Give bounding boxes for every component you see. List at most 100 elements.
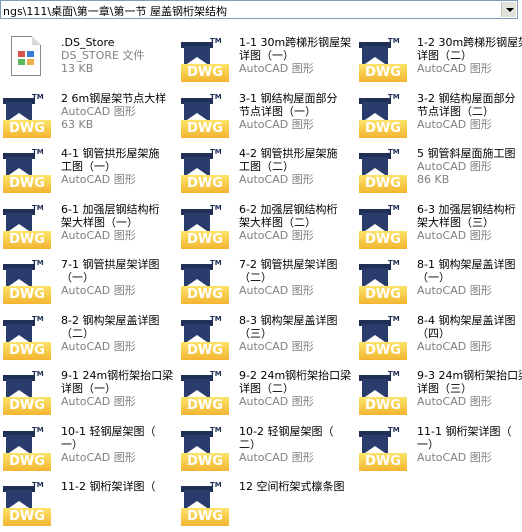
icon-tm: TM bbox=[388, 370, 400, 378]
file-item-line3: AutoCAD 图形 bbox=[239, 340, 314, 353]
dwg-file-icon: TM DWG bbox=[3, 423, 51, 471]
file-item-line3: 86 KB bbox=[417, 173, 450, 186]
file-item-line2: AutoCAD 图形 bbox=[61, 105, 136, 118]
file-item[interactable]: TM DWG 8-1 钢构架屋盖详图 （一） AutoCAD 图形 bbox=[359, 256, 522, 310]
file-item-line3: AutoCAD 图形 bbox=[61, 229, 136, 242]
dwg-file-icon: TM DWG bbox=[359, 90, 407, 138]
file-item[interactable]: TM DWG 5 钢管斜屋面施工图 AutoCAD 图形 86 KB bbox=[359, 145, 522, 199]
file-item-line2: 二） bbox=[239, 438, 261, 451]
dwg-file-icon: TM DWG bbox=[359, 201, 407, 249]
dwg-file-icon: TM DWG bbox=[181, 423, 229, 471]
icon-label: DWG bbox=[181, 175, 229, 193]
file-item-line2: （三） bbox=[239, 327, 272, 340]
dwg-file-icon: TM DWG bbox=[3, 312, 51, 360]
dwg-file-icon: TM DWG bbox=[181, 478, 229, 526]
file-item[interactable]: TM DWG 9-1 24m钢桁架抬口梁 详图（一） AutoCAD 图形 bbox=[3, 367, 203, 421]
file-item[interactable]: TM DWG 4-2 钢管拱形屋架施 工图（二） AutoCAD 图形 bbox=[181, 145, 381, 199]
file-item[interactable]: TM DWG 11-1 钢桁架详图（ 一） AutoCAD 图形 bbox=[359, 423, 522, 477]
icon-label: DWG bbox=[359, 175, 407, 193]
file-item[interactable]: TM DWG 3-1 钢结构屋面部分 节点详图（一） AutoCAD 图形 bbox=[181, 90, 381, 144]
file-item[interactable]: TM DWG 12 空间桁架式檩条图 bbox=[181, 478, 381, 532]
icon-label: DWG bbox=[181, 342, 229, 360]
icon-tm: TM bbox=[388, 148, 400, 156]
icon-label: DWG bbox=[3, 508, 51, 526]
file-item-line2: 节点详图（一） bbox=[239, 105, 316, 118]
file-item-line1: 8-3 钢构架屋盖详图 bbox=[239, 314, 338, 327]
file-item[interactable]: TM DWG 7-1 钢管拱屋架详图 （一） AutoCAD 图形 bbox=[3, 256, 203, 310]
file-item[interactable]: TM DWG 1-1 30m跨梯形钢屋架 详图（一） AutoCAD 图形 bbox=[181, 34, 381, 88]
dwg-file-icon: TM DWG bbox=[181, 90, 229, 138]
file-item-line1: 6-2 加强层钢结构桁 bbox=[239, 203, 338, 216]
file-item-line1: 7-1 钢管拱屋架详图 bbox=[61, 258, 160, 271]
icon-label: DWG bbox=[3, 342, 51, 360]
file-item-line1: 9-1 24m钢桁架抬口梁 bbox=[61, 369, 174, 382]
icon-tm: TM bbox=[32, 93, 44, 101]
file-item[interactable]: TM DWG 8-4 钢构架屋盖详图 （四） AutoCAD 图形 bbox=[359, 312, 522, 366]
file-item-line2: （二） bbox=[239, 271, 272, 284]
file-item[interactable]: TM DWG 7-2 钢管拱屋架详图 （二） AutoCAD 图形 bbox=[181, 256, 381, 310]
file-item-line3: AutoCAD 图形 bbox=[417, 118, 492, 131]
file-item[interactable]: TM DWG 6-2 加强层钢结构桁 架大样图（二） AutoCAD 图形 bbox=[181, 201, 381, 255]
file-item-line1: 4-1 钢管拱形屋架施 bbox=[61, 147, 160, 160]
icon-label: DWG bbox=[181, 397, 229, 415]
dwg-file-icon: TM DWG bbox=[3, 145, 51, 193]
file-item[interactable]: TM DWG 11-2 钢桁架详图（ bbox=[3, 478, 203, 532]
file-item-line1: 8-2 钢构架屋盖详图 bbox=[61, 314, 160, 327]
file-item[interactable]: TM DWG 8-3 钢构架屋盖详图 （三） AutoCAD 图形 bbox=[181, 312, 381, 366]
file-item-line2: 详图（一） bbox=[61, 382, 116, 395]
file-item-line3: AutoCAD 图形 bbox=[239, 173, 314, 186]
generic-file-icon bbox=[3, 34, 51, 82]
icon-tm: TM bbox=[388, 259, 400, 267]
dwg-file-icon: TM DWG bbox=[181, 201, 229, 249]
dwg-file-icon: TM DWG bbox=[359, 256, 407, 304]
file-item-line2: 一） bbox=[417, 438, 439, 451]
icon-tm: TM bbox=[32, 481, 44, 489]
dwg-file-icon: TM DWG bbox=[181, 256, 229, 304]
file-item[interactable]: TM DWG 6-1 加强层钢结构桁 架大样图（一） AutoCAD 图形 bbox=[3, 201, 203, 255]
dwg-file-icon: TM DWG bbox=[181, 312, 229, 360]
address-dropdown-button[interactable] bbox=[501, 2, 516, 17]
address-bar[interactable]: ngs\111\桌面\第一章\第一节 屋盖钢桁架结构 bbox=[0, 0, 518, 19]
file-item[interactable]: TM DWG 4-1 钢管拱形屋架施 工图（一） AutoCAD 图形 bbox=[3, 145, 203, 199]
file-item[interactable]: TM DWG 3-2 钢结构屋面部分 节点详图（二） AutoCAD 图形 bbox=[359, 90, 522, 144]
icon-tm: TM bbox=[210, 204, 222, 212]
file-item[interactable]: TM DWG 10-1 轻钢屋架图（ 一） AutoCAD 图形 bbox=[3, 423, 203, 477]
file-item[interactable]: TM DWG 2 6m钢屋架节点大样 AutoCAD 图形 63 KB bbox=[3, 90, 203, 144]
icon-tm: TM bbox=[210, 259, 222, 267]
icon-tm: TM bbox=[388, 93, 400, 101]
file-item-line3: AutoCAD 图形 bbox=[61, 451, 136, 464]
icon-tm: TM bbox=[388, 426, 400, 434]
icon-tm: TM bbox=[32, 426, 44, 434]
file-item-line1: 2 6m钢屋架节点大样 bbox=[61, 92, 167, 105]
file-item-line2: DS_STORE 文件 bbox=[61, 49, 145, 62]
file-item-line2: （一） bbox=[61, 271, 94, 284]
file-item-line1: 8-1 钢构架屋盖详图 bbox=[417, 258, 516, 271]
file-item[interactable]: TM DWG 6-3 加强层钢结构桁 架大样图（三） AutoCAD 图形 bbox=[359, 201, 522, 255]
dwg-file-icon: TM DWG bbox=[359, 423, 407, 471]
file-item[interactable]: TM DWG 9-3 24m钢桁架抬口梁 详图（三） AutoCAD 图形 bbox=[359, 367, 522, 421]
file-item[interactable]: .DS_Store DS_STORE 文件 13 KB bbox=[3, 34, 203, 88]
address-path[interactable]: ngs\111\桌面\第一章\第一节 屋盖钢桁架结构 bbox=[3, 3, 227, 19]
file-item-line3: AutoCAD 图形 bbox=[417, 340, 492, 353]
icon-label: DWG bbox=[3, 175, 51, 193]
icon-label: DWG bbox=[181, 453, 229, 471]
file-item-line1: 5 钢管斜屋面施工图 bbox=[417, 147, 516, 160]
icon-label: DWG bbox=[359, 120, 407, 138]
file-item[interactable]: TM DWG 10-2 轻钢屋架图（ 二） AutoCAD 图形 bbox=[181, 423, 381, 477]
icon-label: DWG bbox=[359, 231, 407, 249]
file-item[interactable]: TM DWG 9-2 24m钢桁架抬口梁 详图（二） AutoCAD 图形 bbox=[181, 367, 381, 421]
file-item-line1: 8-4 钢构架屋盖详图 bbox=[417, 314, 516, 327]
dwg-file-icon: TM DWG bbox=[181, 34, 229, 82]
file-item[interactable]: TM DWG 1-2 30m跨梯形钢屋架 详图（二） AutoCAD 图形 bbox=[359, 34, 522, 88]
file-item-line2: （二） bbox=[61, 327, 94, 340]
file-item-line1: 1-2 30m跨梯形钢屋架 bbox=[417, 36, 522, 49]
dwg-file-icon: TM DWG bbox=[359, 34, 407, 82]
dwg-file-icon: TM DWG bbox=[3, 367, 51, 415]
file-item-line3: AutoCAD 图形 bbox=[417, 62, 492, 75]
file-item[interactable]: TM DWG 8-2 钢构架屋盖详图 （二） AutoCAD 图形 bbox=[3, 312, 203, 366]
file-item-line2: 详图（三） bbox=[417, 382, 472, 395]
icon-tm: TM bbox=[388, 37, 400, 45]
dwg-file-icon: TM DWG bbox=[3, 201, 51, 249]
file-item-line3: 13 KB bbox=[61, 62, 94, 75]
file-item-line1: 7-2 钢管拱屋架详图 bbox=[239, 258, 338, 271]
